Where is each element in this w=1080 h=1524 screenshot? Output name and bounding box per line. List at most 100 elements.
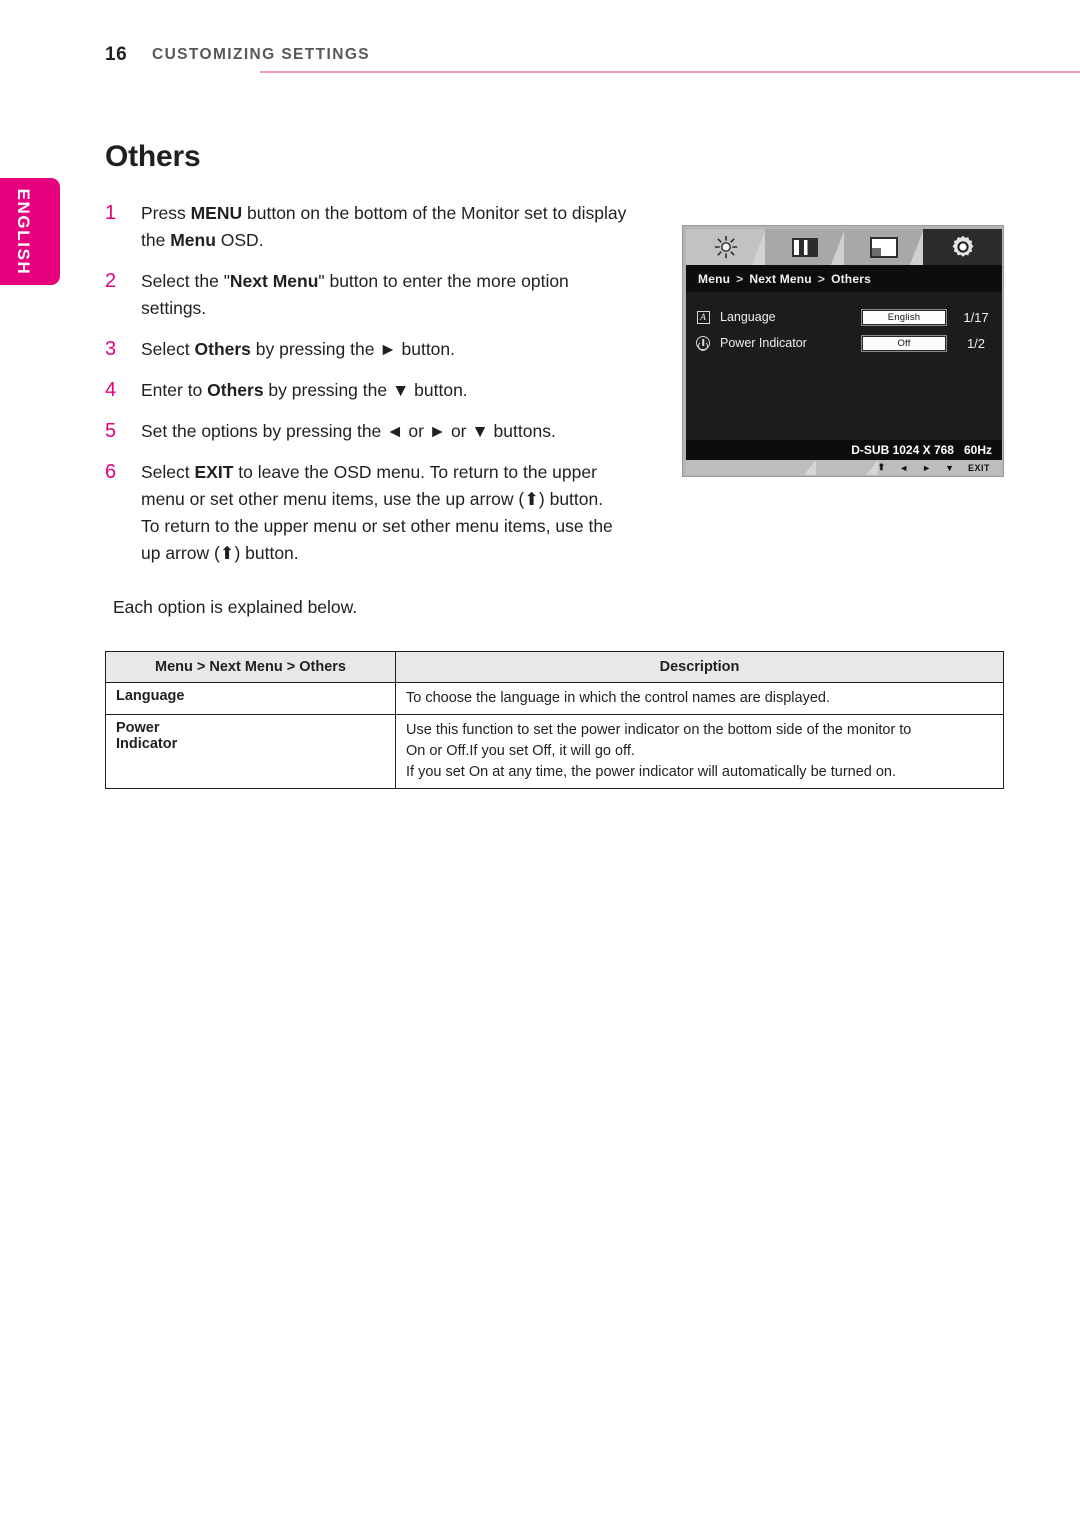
language-side-tab-label: ENGLISH — [14, 188, 33, 275]
table-row: Power Indicator Use this function to set t… — [105, 714, 1004, 790]
osd-button-return-up-arrow[interactable]: ⬆ — [878, 462, 886, 473]
option-name-line: Indicator — [116, 736, 178, 753]
breadcrumb-separator: > — [817, 271, 826, 286]
tab-slant-divider — [752, 229, 766, 265]
option-name-line: Language — [116, 688, 185, 704]
osd-button-bar: ⬆ ◄ ► ▼ EXIT — [686, 460, 1002, 475]
osd-row-language[interactable]: A Language English 1/17 — [686, 304, 1002, 330]
step-number: 1 — [105, 202, 117, 224]
osd-resolution: D-SUB 1024 X 768 — [851, 443, 954, 457]
step-text-run: by pressing the ► button. — [250, 339, 456, 359]
osd-refresh-rate: 60Hz — [963, 443, 992, 457]
step-number: 2 — [105, 270, 117, 292]
description-line: If you set On at any time, the power ind… — [406, 764, 897, 781]
osd-tab-others[interactable] — [923, 229, 1002, 265]
osd-status-bar: D-SUB 1024 X 768 60Hz — [686, 440, 1002, 460]
step-item: 2 Select the "Next Menu" button to enter … — [105, 268, 635, 322]
language-a-icon: A — [686, 310, 720, 324]
breadcrumb-leaf: Others — [831, 271, 871, 286]
osd-tab-contrast[interactable] — [765, 229, 845, 265]
osd-value-language[interactable]: English — [861, 308, 947, 326]
tab-slant-divider — [910, 229, 924, 265]
osd-menu-body: A Language English 1/17 Power Indicator … — [686, 292, 1002, 440]
osd-breadcrumb: Menu > Next Menu > Others — [686, 265, 1002, 292]
osd-row-label: Language — [720, 310, 776, 324]
screen-position-icon — [869, 236, 898, 258]
table-cell-option-name: Language — [105, 681, 396, 716]
step-text-run: Enter to — [141, 380, 208, 400]
osd-count-power-indicator: 1/2 — [966, 335, 986, 351]
table-row: Language To choose the language in which … — [105, 681, 1004, 716]
brightness-icon — [714, 235, 738, 259]
step-item: 1 Press MENU button on the bottom of the … — [105, 200, 635, 254]
options-table: Menu > Next Menu > Others Description La… — [105, 651, 1004, 790]
table-body: Language To choose the language in which … — [105, 681, 1004, 790]
breadcrumb-root: Menu — [698, 271, 731, 286]
description-line: To choose the language in which the cont… — [406, 690, 830, 706]
osd-button-right-arrow[interactable]: ► — [922, 463, 931, 473]
table-cell-description: Use this function to set the power indic… — [395, 714, 1004, 790]
step-text: Select Others by pressing the ► button. — [141, 336, 635, 363]
step-item: 3 Select Others by pressing the ► button. — [105, 336, 635, 363]
step-text-run: Set the options by pressing the ◄ or ► o… — [141, 421, 556, 441]
description-line: On or Off.If you set Off, it will go off… — [406, 743, 635, 760]
table-header-description: Description — [395, 651, 1004, 683]
language-side-tab: ENGLISH — [0, 178, 60, 285]
step-text-run: To return to the upper menu or set other… — [141, 516, 613, 563]
button-bar-slant — [804, 460, 816, 475]
step-number: 5 — [105, 420, 117, 442]
description-line: Use this function to set the power indic… — [406, 722, 912, 739]
step-text-run: by pressing the ▼ button. — [263, 380, 468, 400]
step-text: Set the options by pressing the ◄ or ► o… — [141, 418, 635, 445]
tab-slant-divider — [831, 229, 845, 265]
table-cell-description: To choose the language in which the cont… — [395, 681, 1004, 716]
table-header-row: Menu > Next Menu > Others Description — [105, 651, 1004, 683]
step-text: Select EXIT to leave the OSD menu. To re… — [141, 459, 635, 567]
osd-tab-brightness[interactable] — [686, 229, 766, 265]
osd-row-label: Power Indicator — [720, 336, 807, 350]
closing-note: Each option is explained below. — [113, 597, 358, 617]
step-text-run: Press — [141, 203, 191, 223]
step-text-run: Select — [141, 462, 195, 482]
step-text: Select the "Next Menu" button to enter t… — [141, 268, 635, 322]
section-heading: Others — [105, 140, 201, 173]
osd-button-exit[interactable]: EXIT — [968, 463, 990, 473]
step-item: 5 Set the options by pressing the ◄ or ► … — [105, 418, 635, 445]
osd-button-down-arrow[interactable]: ▼ — [945, 463, 954, 473]
step-text-run: Select — [141, 339, 195, 359]
step-text-emphasis: Menu — [170, 230, 216, 250]
osd-value-power-indicator[interactable]: Off — [861, 334, 947, 352]
step-text: Enter to Others by pressing the ▼ button… — [141, 377, 635, 404]
step-text-emphasis: Next Menu — [229, 271, 319, 291]
step-number: 3 — [105, 338, 117, 360]
page-title: CUSTOMIZING SETTINGS — [152, 46, 371, 63]
contrast-icon — [791, 237, 818, 257]
header-rule — [260, 71, 1080, 73]
option-name-line: Power — [116, 720, 160, 737]
page-header: 16 CUSTOMIZING SETTINGS — [105, 44, 1080, 78]
osd-preview: Menu > Next Menu > Others A Language Eng… — [682, 225, 1004, 477]
osd-value-container[interactable]: English — [858, 308, 950, 326]
osd-row-power-indicator[interactable]: Power Indicator Off 1/2 — [686, 330, 1002, 356]
step-text-run: OSD. — [215, 230, 264, 250]
step-item: 6 Select EXIT to leave the OSD menu. To r… — [105, 459, 635, 567]
page-number: 16 — [105, 44, 128, 65]
osd-value-container[interactable]: Off — [858, 334, 950, 352]
step-text-emphasis: MENU — [190, 203, 243, 223]
step-text: Press MENU button on the bottom of the M… — [141, 200, 635, 254]
osd-button-left-arrow[interactable]: ◄ — [899, 463, 908, 473]
table-header-menu-path: Menu > Next Menu > Others — [105, 651, 396, 683]
step-item: 4 Enter to Others by pressing the ▼ butto… — [105, 377, 635, 404]
step-number: 6 — [105, 461, 117, 483]
step-text-run: Select the " — [141, 271, 230, 291]
step-text-emphasis: Others — [194, 339, 251, 359]
step-number: 4 — [105, 379, 117, 401]
breadcrumb-separator: > — [736, 271, 744, 286]
osd-tab-bar — [686, 229, 1002, 265]
step-text-emphasis: EXIT — [194, 462, 234, 482]
osd-count-language: 1/17 — [963, 309, 989, 325]
osd-tab-screen[interactable] — [844, 229, 924, 265]
steps-list: 1 Press MENU button on the bottom of the … — [105, 200, 635, 581]
table-cell-option-name: Power Indicator — [105, 714, 396, 790]
step-text-run: to leave the OSD menu. — [233, 462, 426, 482]
